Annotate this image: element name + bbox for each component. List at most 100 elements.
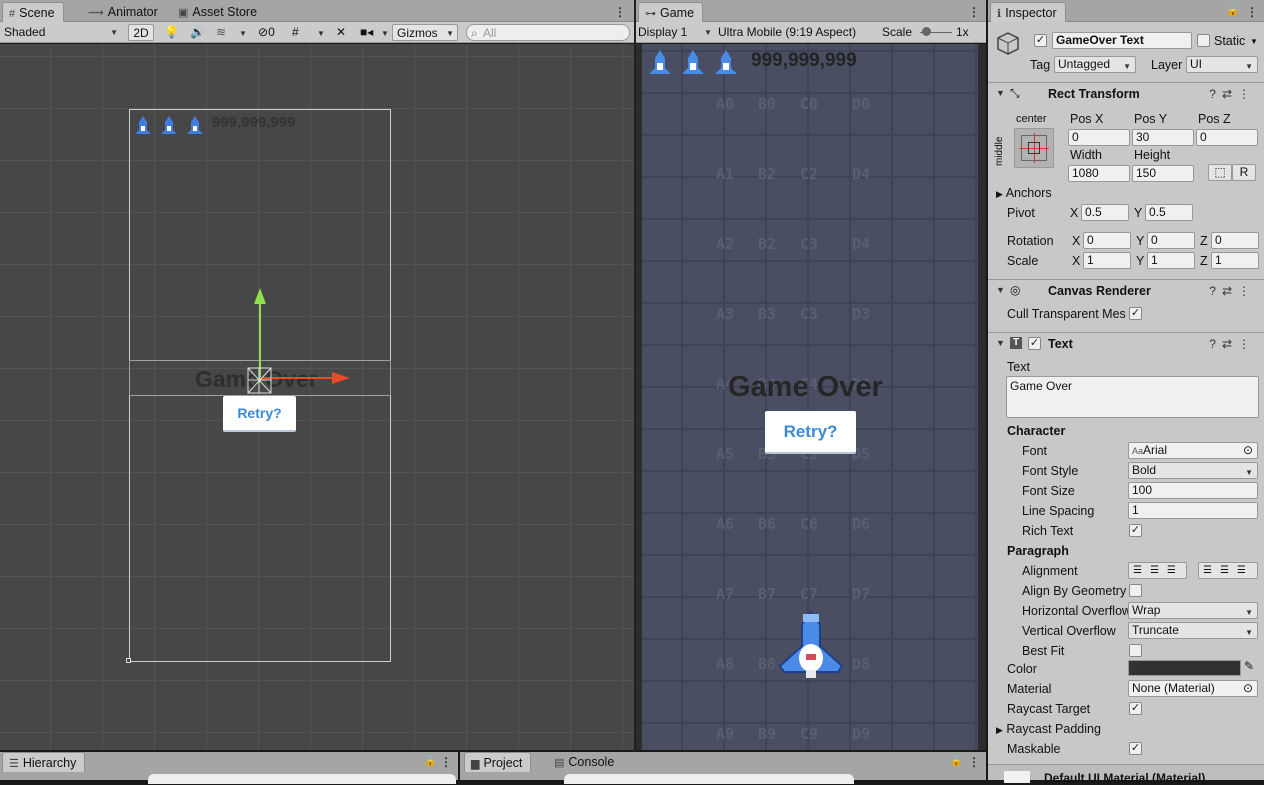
rotation-y-field[interactable]: 0 <box>1147 232 1195 249</box>
lock-icon[interactable]: 🔒 <box>950 756 962 767</box>
h-overflow-dropdown[interactable]: Wrap ▼ <box>1128 602 1258 619</box>
audio-icon[interactable]: 🔊 <box>190 24 205 41</box>
hierarchy-search-input[interactable] <box>148 774 456 784</box>
game-viewport[interactable]: A0 B0 C0 D0 A1 B2 C2 D4 A2 B2 C3 D4 A3 B3 C3 D3 A4 B4 C4 D4… <box>636 44 986 750</box>
canvas-renderer-header[interactable]: ▼ ◎ Canvas Renderer ?⇄⋮ <box>988 279 1264 302</box>
scale-z-field[interactable]: 1 <box>1211 252 1259 269</box>
layer-dropdown[interactable]: UI ▼ <box>1186 56 1258 73</box>
object-name-field[interactable]: GameOver Text <box>1052 32 1192 49</box>
grid-cell-label: B9 <box>758 725 777 743</box>
raycast-target-label: Raycast Target <box>1007 702 1091 716</box>
shading-mode-dropdown[interactable]: Shaded ▼ <box>4 24 122 41</box>
foldout-arrow-icon[interactable]: ▼ <box>996 285 1005 295</box>
tab-project[interactable]: ▆ Project <box>464 752 532 772</box>
best-fit-checkbox[interactable] <box>1129 644 1142 657</box>
component-menu-icons[interactable]: ?⇄⋮ <box>1209 87 1256 101</box>
gizmos-dropdown[interactable]: Gizmos ▼ <box>392 24 458 41</box>
pivot-y-field[interactable]: 0.5 <box>1145 204 1193 221</box>
grid-cell-label: A9 <box>716 725 735 743</box>
text-enabled-checkbox[interactable]: ✓ <box>1028 337 1041 350</box>
tag-dropdown[interactable]: Untagged ▼ <box>1054 56 1136 73</box>
posz-field[interactable]: 0 <box>1196 129 1258 146</box>
cull-checkbox[interactable]: ✓ <box>1129 307 1142 320</box>
lock-icon[interactable]: 🔒 <box>1226 4 1240 17</box>
kebab-menu-icon[interactable]: ⋮ <box>968 755 980 769</box>
hidden-objects-toggle[interactable]: ⊘0 <box>258 24 275 41</box>
font-style-dropdown[interactable]: Bold ▼ <box>1128 462 1258 479</box>
tab-game[interactable]: ⊶ Game <box>638 2 704 22</box>
project-search-input[interactable] <box>564 774 854 784</box>
v-overflow-dropdown[interactable]: Truncate ▼ <box>1128 622 1258 639</box>
chevron-down-icon[interactable]: ▼ <box>1250 37 1258 46</box>
component-menu-icons[interactable]: ?⇄⋮ <box>1209 284 1256 298</box>
grid-cell-label: A1 <box>716 165 735 183</box>
camera-icon[interactable]: ■◂ <box>360 24 373 41</box>
rotation-z-field[interactable]: 0 <box>1211 232 1259 249</box>
scene-tab-bar: # Scene ⟿ Animator ▣ Asset Store ⋮ <box>0 0 634 22</box>
color-swatch[interactable] <box>1128 660 1241 676</box>
posx-field[interactable]: 0 <box>1068 129 1130 146</box>
tab-inspector[interactable]: ℹ Inspector <box>990 2 1066 22</box>
blueprint-mode-button[interactable]: ⬚ <box>1208 164 1232 181</box>
font-field[interactable]: AaArial ⊙ <box>1128 442 1258 459</box>
tab-hierarchy[interactable]: ☰ Hierarchy <box>2 752 86 772</box>
rich-text-checkbox[interactable]: ✓ <box>1129 524 1142 537</box>
active-checkbox[interactable]: ✓ <box>1034 34 1047 47</box>
raw-edit-button[interactable]: R <box>1232 164 1256 181</box>
lighting-icon[interactable]: 💡 <box>164 24 179 41</box>
scale-slider[interactable] <box>920 24 952 41</box>
chevron-down-icon[interactable]: ▼ <box>236 24 247 41</box>
grid-snap-icon[interactable]: # <box>292 24 299 41</box>
foldout-arrow-icon[interactable]: ▼ <box>996 88 1005 98</box>
align-geometry-checkbox[interactable] <box>1129 584 1142 597</box>
scale-y-field[interactable]: 1 <box>1147 252 1195 269</box>
line-spacing-field[interactable]: 1 <box>1128 502 1258 519</box>
width-field[interactable]: 1080 <box>1068 165 1130 182</box>
vertical-alignment-buttons[interactable]: ☰☰☰ <box>1198 562 1258 579</box>
raycast-padding-foldout[interactable]: ▶ Raycast Padding <box>996 722 1101 736</box>
anchor-presets-button[interactable] <box>1014 128 1054 168</box>
kebab-menu-icon[interactable]: ⋮ <box>968 5 980 19</box>
horizontal-alignment-buttons[interactable]: ☰☰☰ <box>1128 562 1187 579</box>
material-field[interactable]: None (Material) ⊙ <box>1128 680 1258 697</box>
static-checkbox[interactable] <box>1197 34 1210 47</box>
maskable-checkbox[interactable]: ✓ <box>1129 742 1142 755</box>
tab-animator[interactable]: ⟿ Animator <box>82 2 166 22</box>
move-gizmo[interactable] <box>240 284 360 404</box>
default-material-header[interactable]: Default UI Material (Material) <box>988 764 1264 785</box>
pivot-x-field[interactable]: 0.5 <box>1081 204 1129 221</box>
retry-button[interactable]: Retry? <box>765 411 856 454</box>
anchors-foldout[interactable]: ▶ Anchors <box>996 186 1052 200</box>
eyedropper-icon[interactable]: ✎ <box>1244 659 1254 673</box>
posy-field[interactable]: 30 <box>1132 129 1194 146</box>
chevron-down-icon[interactable]: ▼ <box>378 24 389 41</box>
display-dropdown[interactable]: Display 1 ▼ <box>638 24 714 41</box>
kebab-menu-icon[interactable]: ⋮ <box>440 755 452 769</box>
tools-icon[interactable]: ✕ <box>336 24 346 41</box>
component-menu-icons[interactable]: ?⇄⋮ <box>1209 337 1256 351</box>
tab-asset-store[interactable]: ▣ Asset Store <box>172 2 265 22</box>
height-field[interactable]: 150 <box>1132 165 1194 182</box>
raycast-target-checkbox[interactable]: ✓ <box>1129 702 1142 715</box>
tab-console[interactable]: ▤ Console <box>548 752 622 772</box>
chevron-down-icon[interactable]: ▼ <box>314 24 325 41</box>
text-component-header[interactable]: ▼ T ✓ Text ?⇄⋮ <box>988 332 1264 355</box>
kebab-menu-icon[interactable]: ⋮ <box>614 5 626 19</box>
font-size-field[interactable]: 100 <box>1128 482 1258 499</box>
aspect-dropdown[interactable]: Ultra Mobile (9:19 Aspect) <box>718 24 876 41</box>
scene-viewport[interactable]: 999,999,999 Game Over Retry? <box>0 44 634 750</box>
lock-icon[interactable]: 🔒 <box>424 756 436 767</box>
rotation-x-field[interactable]: 0 <box>1083 232 1131 249</box>
2d-toggle-button[interactable]: 2D <box>128 24 154 41</box>
text-area[interactable]: Game Over <box>1006 376 1259 418</box>
effects-icon[interactable]: ≋ <box>216 24 226 41</box>
kebab-menu-icon[interactable]: ⋮ <box>1246 5 1258 19</box>
object-picker-icon[interactable]: ⊙ <box>1243 681 1253 696</box>
object-picker-icon[interactable]: ⊙ <box>1243 443 1253 458</box>
tab-scene[interactable]: # Scene <box>2 2 64 22</box>
rect-handle[interactable] <box>126 658 131 663</box>
scale-x-field[interactable]: 1 <box>1083 252 1131 269</box>
rect-transform-header[interactable]: ▼ ⤡ Rect Transform ?⇄⋮ <box>988 82 1264 105</box>
scene-search-input[interactable]: ⌕ All <box>466 24 630 41</box>
foldout-arrow-icon[interactable]: ▼ <box>996 338 1005 348</box>
